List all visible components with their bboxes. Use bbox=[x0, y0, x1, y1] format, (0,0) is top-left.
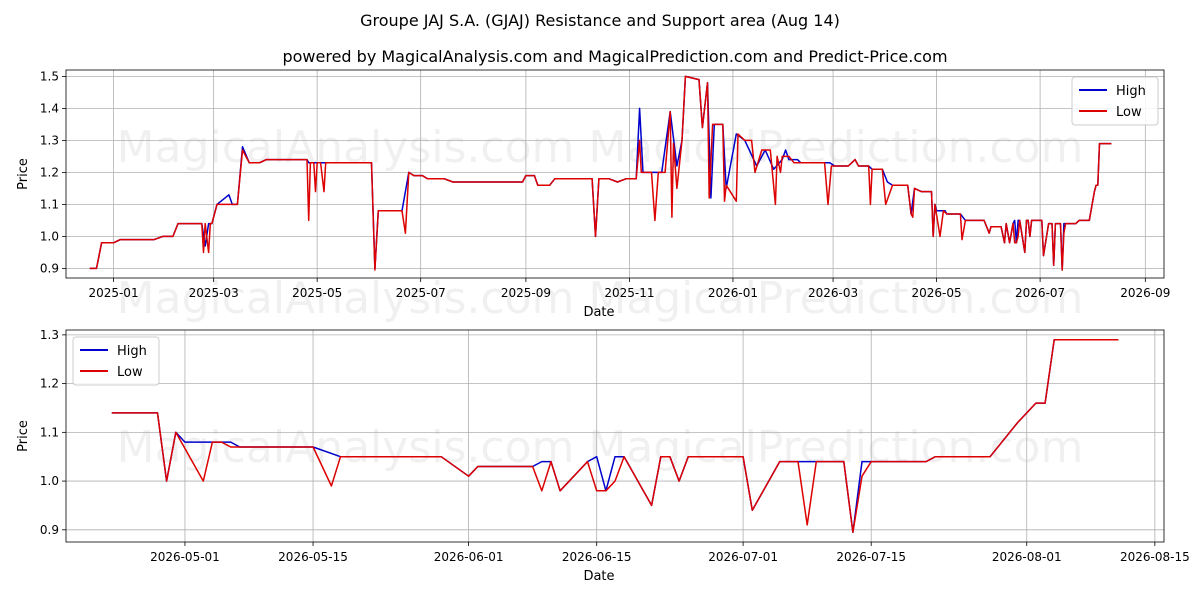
legend-label-high: High bbox=[117, 344, 147, 359]
y-tick-label: 1.0 bbox=[40, 474, 59, 488]
top-chart-panel: MagicalAnalysis.com MagicalPrediction.co… bbox=[16, 69, 1170, 324]
plot-frame bbox=[65, 69, 1165, 279]
y-tick-label: 1.2 bbox=[40, 165, 59, 179]
y-axis-label: Price bbox=[16, 420, 31, 452]
x-tick-label: 2025-05 bbox=[292, 286, 342, 300]
x-tick-label: 2026-08-01 bbox=[992, 550, 1062, 564]
x-tick-label: 2026-08-15 bbox=[1120, 550, 1190, 564]
x-tick-label: 2026-07 bbox=[1015, 286, 1065, 300]
legend: High Low bbox=[72, 336, 160, 386]
x-tick-label: 2026-07-15 bbox=[836, 550, 906, 564]
x-tick-label: 2025-11 bbox=[604, 286, 654, 300]
x-tick-label: 2026-07-01 bbox=[708, 550, 778, 564]
chart-subtitle: powered by MagicalAnalysis.com and Magic… bbox=[282, 47, 947, 66]
legend: High Low bbox=[1071, 76, 1159, 126]
x-tick-label: 2026-05-01 bbox=[150, 550, 220, 564]
x-tick-label: 2026-03 bbox=[808, 286, 858, 300]
y-tick-label: 1.1 bbox=[40, 425, 59, 439]
chart-figure: Groupe JAJ S.A. (GJAJ) Resistance and Su… bbox=[16, 11, 1190, 584]
x-tick-label: 2026-05 bbox=[912, 286, 962, 300]
y-tick-label: 1.3 bbox=[40, 328, 59, 342]
y-tick-label: 1.2 bbox=[40, 377, 59, 391]
x-tick-label: 2026-06-15 bbox=[562, 550, 632, 564]
x-tick-label: 2025-03 bbox=[189, 286, 239, 300]
y-tick-label: 0.9 bbox=[40, 261, 59, 275]
series-line-low bbox=[89, 75, 1112, 271]
series-line-high bbox=[89, 75, 1112, 271]
x-axis-label: Date bbox=[583, 305, 614, 320]
y-tick-label: 1.3 bbox=[40, 133, 59, 147]
x-tick-label: 2025-09 bbox=[501, 286, 551, 300]
legend-label-low: Low bbox=[117, 365, 143, 380]
y-axis-label: Price bbox=[16, 158, 31, 190]
bottom-chart-panel: MagicalAnalysis.com MagicalPrediction.co… bbox=[16, 328, 1190, 584]
legend-label-high: High bbox=[1116, 84, 1146, 99]
x-tick-label: 2025-07 bbox=[396, 286, 446, 300]
x-axis-label: Date bbox=[583, 569, 614, 584]
y-tick-label: 1.5 bbox=[40, 69, 59, 83]
y-tick-label: 0.9 bbox=[40, 523, 59, 537]
y-tick-label: 1.0 bbox=[40, 229, 59, 243]
legend-label-low: Low bbox=[1116, 105, 1142, 120]
y-tick-label: 1.4 bbox=[40, 101, 59, 115]
x-tick-label: 2026-01 bbox=[708, 286, 758, 300]
x-tick-label: 2026-06-01 bbox=[434, 550, 504, 564]
watermark: MagicalAnalysis.com MagicalPrediction.co… bbox=[117, 122, 1084, 173]
chart-title: Groupe JAJ S.A. (GJAJ) Resistance and Su… bbox=[360, 11, 840, 30]
x-tick-label: 2026-05-15 bbox=[278, 550, 348, 564]
x-tick-label: 2026-09 bbox=[1120, 286, 1170, 300]
x-tick-label: 2025-01 bbox=[88, 286, 138, 300]
y-tick-label: 1.1 bbox=[40, 197, 59, 211]
